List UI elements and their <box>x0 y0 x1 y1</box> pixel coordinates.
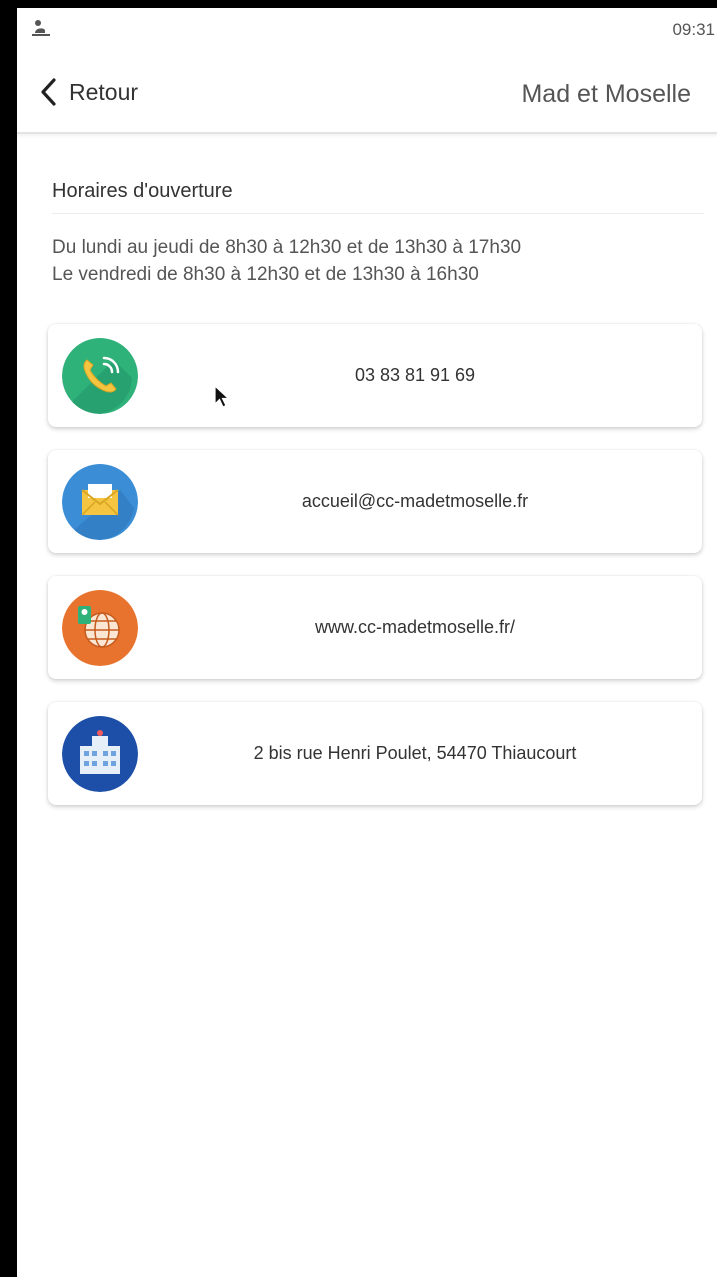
back-label: Retour <box>69 78 139 105</box>
top-navigation-bar: Retour Mad et Moselle <box>17 50 717 134</box>
opening-hours-title: Horaires d'ouverture <box>52 180 233 202</box>
opening-hours-text: Du lundi au jeudi de 8h30 à 12h30 et de … <box>52 234 521 288</box>
phone-card[interactable]: 03 83 81 91 69 <box>48 324 702 427</box>
email-card[interactable]: accueil@cc-madetmoselle.fr <box>48 450 702 553</box>
app-screen: 09:31 Retour Mad et Moselle Horaires d'o… <box>17 8 717 1277</box>
status-time: 09:31 <box>672 20 715 39</box>
opening-hours-line: Du lundi au jeudi de 8h30 à 12h30 et de … <box>52 237 522 258</box>
address-card[interactable]: 2 bis rue Henri Poulet, 54470 Thiaucourt <box>48 702 702 805</box>
back-button[interactable]: Retour <box>39 72 138 112</box>
divider <box>52 213 704 214</box>
website-url: www.cc-madetmoselle.fr/ <box>314 617 516 637</box>
status-bar: 09:31 <box>17 8 717 50</box>
email-address: accueil@cc-madetmoselle.fr <box>301 491 529 511</box>
website-card[interactable]: www.cc-madetmoselle.fr/ <box>48 576 702 679</box>
page-title: Mad et Moselle <box>521 80 691 108</box>
chevron-left-icon <box>41 78 56 106</box>
globe-icon <box>62 590 138 666</box>
postal-address: 2 bis rue Henri Poulet, 54470 Thiaucourt <box>253 743 577 763</box>
building-icon <box>62 716 138 792</box>
phone-number: 03 83 81 91 69 <box>354 365 476 385</box>
phone-icon <box>62 338 138 414</box>
mail-icon <box>62 464 138 540</box>
mouse-cursor-icon <box>214 384 231 408</box>
opening-hours-line: Le vendredi de 8h30 à 12h30 et de 13h30 … <box>52 264 479 285</box>
notification-icon <box>32 20 50 36</box>
